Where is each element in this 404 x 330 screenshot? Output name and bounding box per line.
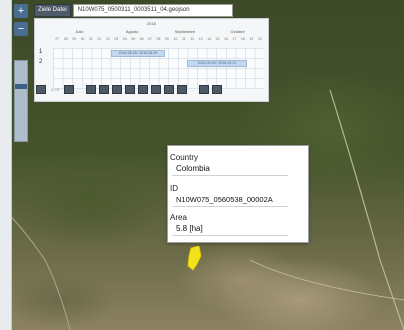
area-label: Area	[170, 213, 187, 222]
timeline-day-label: 03	[114, 37, 119, 41]
pager-page-button[interactable]	[176, 85, 187, 94]
feature-info-popup: Country Colombia ID N10W075_0560538_0000…	[167, 145, 309, 243]
timeline-days: 27 28 29 30 31 01 02 03 04 05 06 07 08 09 10 11 12 13 14 15…	[53, 37, 264, 45]
id-value: N10W075_0560538_00002A	[176, 195, 273, 204]
pager-page-button[interactable]	[111, 85, 122, 94]
pager-page-button[interactable]	[150, 85, 161, 94]
timeline-day-label: 10	[173, 37, 178, 41]
map-place-label: ·	[240, 288, 243, 295]
feature-polygon[interactable]	[185, 246, 205, 272]
timeline-day-label: 16	[224, 37, 228, 41]
timeline-day-label: 30	[80, 37, 85, 41]
file-bar: Ziele Datei N10W075_0500311_0003511_04.g…	[34, 3, 233, 17]
timeline-day-label: 11	[181, 37, 186, 41]
timeline-day-label: 31	[89, 37, 93, 41]
timeline-day-label: 09	[164, 37, 169, 41]
timeline-day-label: 18	[240, 37, 245, 41]
timeline-bar[interactable]: 2016-09-08 / 2016-09-21	[187, 60, 247, 67]
timeline-day-label: 29	[72, 37, 77, 41]
timeline-day-label: 06	[139, 37, 144, 41]
divider	[172, 235, 288, 236]
pager-text: 1 / 3	[51, 87, 59, 92]
pager-page-button[interactable]	[163, 85, 174, 94]
timeline-day-label: 05	[131, 37, 136, 41]
pager-page-button[interactable]	[98, 85, 109, 94]
file-name-field: N10W075_0500311_0003511_04.geojson	[72, 3, 233, 17]
zoom-out-button[interactable]: −	[14, 22, 28, 36]
pager-page-button[interactable]	[85, 85, 96, 94]
divider	[172, 206, 288, 207]
timeline-day-label: 14	[207, 37, 212, 41]
pager-page-button[interactable]	[137, 85, 148, 94]
timeline-month-label: Julio	[75, 29, 84, 34]
country-label: Country	[170, 153, 199, 162]
timeline-day-label: 19	[249, 37, 254, 41]
timeline-day-label: 27	[55, 37, 60, 41]
divider	[172, 175, 288, 176]
timeline-day-label: 13	[198, 37, 203, 41]
timeline-day-label: 12	[190, 37, 195, 41]
timeline-day-label: 07	[148, 37, 152, 41]
area-value: 5.8 [ha]	[176, 224, 203, 233]
timeline-pager: 1 / 3	[36, 85, 222, 94]
pager-prev-button[interactable]	[63, 85, 74, 94]
pager-next-button[interactable]	[198, 85, 209, 94]
pager-page-button[interactable]	[124, 85, 135, 94]
pager-last-button[interactable]	[211, 85, 222, 94]
track-line	[249, 259, 404, 301]
country-value: Colombia	[176, 164, 210, 173]
timeline-month-label: Octubre	[230, 29, 245, 34]
timeline-month-label: Agosto	[125, 29, 139, 34]
id-label: ID	[170, 184, 178, 193]
polygon-shape[interactable]	[187, 246, 202, 271]
zoom-slider[interactable]	[14, 60, 28, 142]
timeline-day-label: 08	[156, 37, 161, 41]
timeline-day-label: 15	[215, 37, 220, 41]
timeline-day-label: 17	[232, 37, 237, 41]
timeline-row-number: 2	[39, 59, 43, 65]
timeline-row-number: 1	[39, 49, 43, 55]
timeline-month-label: Septiembre	[174, 29, 196, 34]
zoom-control: + −	[14, 4, 28, 36]
pager-first-button[interactable]	[36, 85, 46, 94]
choose-file-button[interactable]: Ziele Datei	[34, 3, 71, 17]
zoom-slider-handle[interactable]	[15, 83, 27, 89]
timeline-day-label: 20	[257, 37, 262, 41]
timeline-day-label: 04	[122, 37, 127, 41]
timeline-day-label: 02	[105, 37, 110, 41]
left-panel-edge	[0, 0, 12, 330]
timeline-bar[interactable]: 2016-08-18 / 2016-08-29	[111, 50, 165, 57]
timeline-months: Julio Agosto Septiembre Octubre	[53, 29, 264, 37]
timeline-day-label: 28	[63, 37, 68, 41]
timeline-year: 2016	[147, 21, 156, 26]
zoom-in-button[interactable]: +	[14, 4, 28, 18]
timeline-day-label: 01	[97, 37, 102, 41]
